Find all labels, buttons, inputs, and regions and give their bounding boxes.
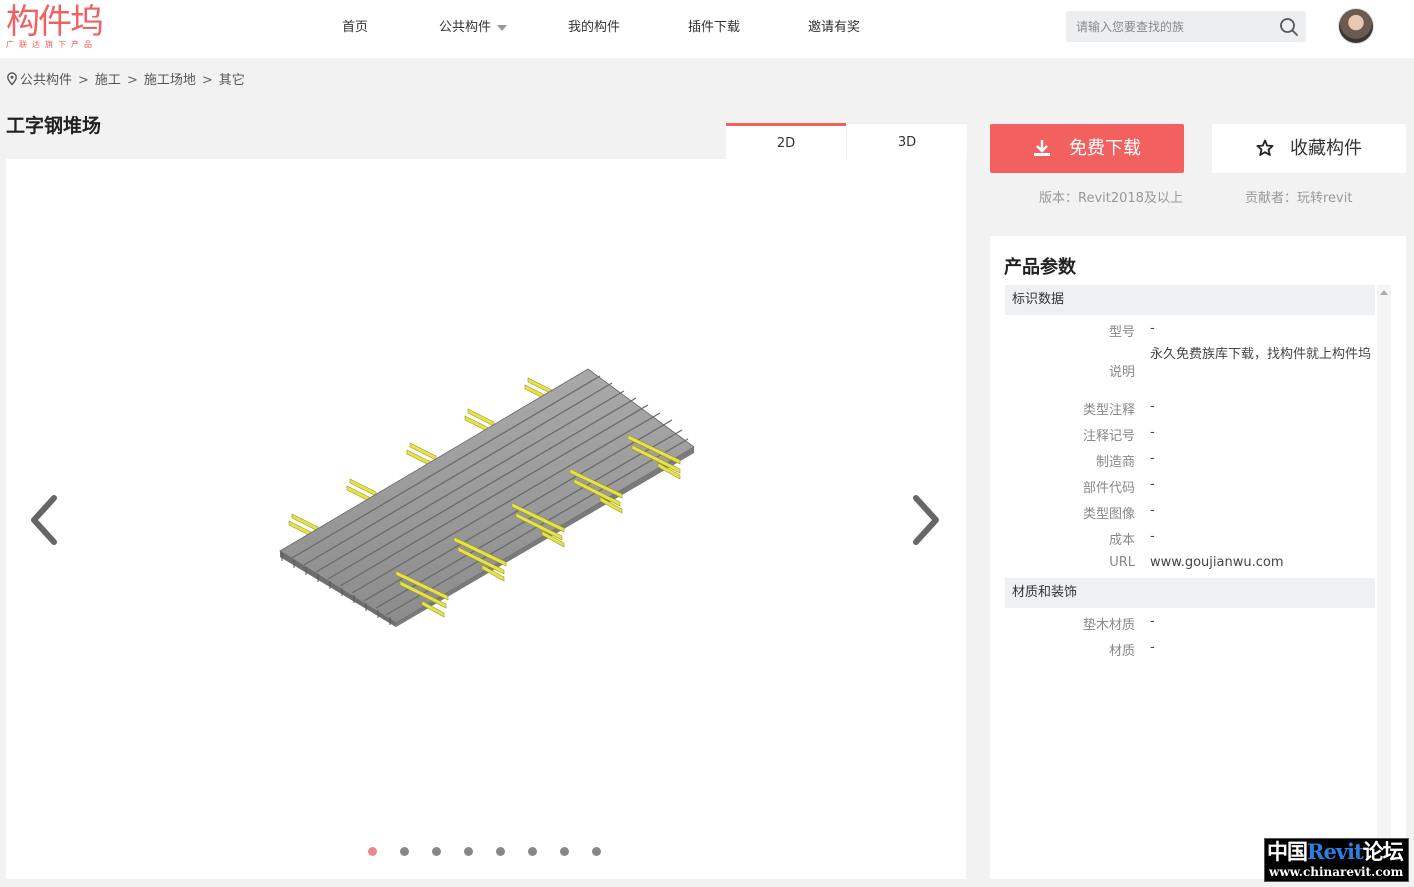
breadcrumb-construction-site[interactable]: 施工场地 bbox=[144, 73, 196, 88]
nav-home[interactable]: 首页 bbox=[342, 19, 368, 37]
param-value: - bbox=[1150, 614, 1155, 629]
param-label: 部件代码 bbox=[1082, 481, 1135, 496]
favorite-button[interactable]: 收藏构件 bbox=[1212, 124, 1406, 173]
nav-public-components[interactable]: 公共构件 bbox=[439, 19, 508, 37]
user-avatar[interactable] bbox=[1338, 8, 1374, 44]
next-arrow-icon[interactable] bbox=[908, 492, 944, 548]
location-pin-icon bbox=[7, 72, 17, 86]
search-box bbox=[1066, 11, 1306, 42]
nav-invite-reward[interactable]: 邀请有奖 bbox=[808, 19, 860, 37]
breadcrumb-separator: > bbox=[78, 73, 89, 88]
free-download-label: 免费下载 bbox=[1069, 138, 1141, 159]
nav-plugin-download[interactable]: 插件下载 bbox=[688, 19, 740, 37]
param-value-url: www.goujianwu.com bbox=[1150, 555, 1284, 570]
watermark-url: www.chinarevit.com bbox=[1269, 865, 1404, 879]
breadcrumb-public-components[interactable]: 公共构件 bbox=[20, 73, 72, 88]
star-icon bbox=[1256, 139, 1274, 156]
tab-2d[interactable]: 2D bbox=[726, 123, 846, 159]
param-label: 类型注释 bbox=[1082, 403, 1135, 418]
params-scrollbar[interactable] bbox=[1377, 285, 1391, 879]
params-scroll-area[interactable]: 标识数据 型号 - 说明 永久免费族库下载，找构件就上构件坞 类型注释 - 注释… bbox=[1005, 285, 1375, 879]
param-label: 成本 bbox=[1108, 533, 1135, 548]
product-params-panel: 产品参数 标识数据 型号 - 说明 永久免费族库下载，找构件就上构件坞 类型注释… bbox=[990, 236, 1406, 879]
steel-beams bbox=[279, 368, 695, 627]
param-value: - bbox=[1150, 451, 1155, 466]
param-value: - bbox=[1150, 477, 1155, 492]
breadcrumb-separator: > bbox=[201, 73, 213, 88]
slide-dot[interactable] bbox=[368, 847, 377, 856]
favorite-label: 收藏构件 bbox=[1290, 138, 1362, 159]
param-value: - bbox=[1150, 399, 1155, 414]
slide-dot[interactable] bbox=[496, 847, 505, 856]
breadcrumb: 公共构件 > 施工 > 施工场地 > 其它 bbox=[6, 72, 245, 88]
search-icon[interactable] bbox=[1279, 17, 1299, 37]
params-title: 产品参数 bbox=[1004, 257, 1076, 278]
watermark-title-b: Revit bbox=[1307, 839, 1364, 864]
slide-dot[interactable] bbox=[560, 847, 569, 856]
watermark-title-a: 中国 bbox=[1267, 839, 1308, 864]
slide-dot[interactable] bbox=[464, 847, 473, 856]
slide-dot[interactable] bbox=[400, 847, 409, 856]
download-icon bbox=[1034, 140, 1050, 156]
param-label: 注释记号 bbox=[1082, 429, 1135, 444]
param-label: 制造商 bbox=[1095, 455, 1135, 470]
site-logo[interactable]: 构件坞 广联达旗下产品 bbox=[6, 4, 110, 54]
breadcrumb-separator: > bbox=[126, 73, 138, 88]
watermark-title-c: 论坛 bbox=[1362, 839, 1404, 864]
nav-public-components-label: 公共构件 bbox=[439, 20, 492, 35]
param-label: 类型图像 bbox=[1082, 507, 1135, 522]
page-title: 工字钢堆场 bbox=[6, 115, 102, 137]
param-value: - bbox=[1150, 503, 1155, 518]
breadcrumb-construction[interactable]: 施工 bbox=[95, 73, 121, 88]
contributor-info: 贡献者：玩转revit bbox=[1245, 191, 1353, 206]
group-identity-data[interactable]: 标识数据 bbox=[1005, 285, 1375, 315]
free-download-button[interactable]: 免费下载 bbox=[990, 124, 1184, 173]
param-label: 说明 bbox=[1108, 365, 1135, 380]
param-label: 材质 bbox=[1108, 644, 1135, 659]
logo-text: 构件坞 bbox=[6, 2, 104, 42]
tab-3d[interactable]: 3D bbox=[847, 123, 967, 159]
slide-dot[interactable] bbox=[528, 847, 537, 856]
i-beam-stack-model bbox=[279, 368, 695, 627]
slide-dot[interactable] bbox=[592, 847, 601, 856]
chevron-down-icon bbox=[497, 24, 508, 31]
top-header: 构件坞 广联达旗下产品 首页 公共构件 我的构件 插件下载 邀请有奖 bbox=[0, 0, 1414, 58]
logo-slogan: 广联达旗下产品 bbox=[6, 40, 97, 49]
param-label: 型号 bbox=[1108, 325, 1135, 340]
previous-arrow-icon[interactable] bbox=[26, 492, 62, 548]
param-label: URL bbox=[1109, 555, 1135, 570]
param-value: - bbox=[1150, 640, 1155, 655]
breadcrumb-other[interactable]: 其它 bbox=[219, 73, 245, 88]
param-value: 永久免费族库下载，找构件就上构件坞 bbox=[1150, 347, 1372, 362]
param-value: - bbox=[1150, 425, 1155, 440]
param-value: - bbox=[1150, 529, 1155, 544]
nav-my-components[interactable]: 我的构件 bbox=[568, 19, 620, 37]
group-materials-finishes[interactable]: 材质和装饰 bbox=[1005, 578, 1375, 608]
version-info: 版本：Revit2018及以上 bbox=[1039, 191, 1183, 206]
search-input[interactable] bbox=[1066, 11, 1271, 42]
slide-dot[interactable] bbox=[432, 847, 441, 856]
watermark-title: 中国Revit论坛 bbox=[1265, 839, 1408, 865]
param-value: - bbox=[1150, 321, 1155, 336]
scroll-up-arrow-icon[interactable] bbox=[1380, 290, 1388, 295]
forum-watermark: 中国Revit论坛 www.chinarevit.com bbox=[1264, 838, 1409, 882]
param-label: 垫木材质 bbox=[1082, 618, 1135, 633]
